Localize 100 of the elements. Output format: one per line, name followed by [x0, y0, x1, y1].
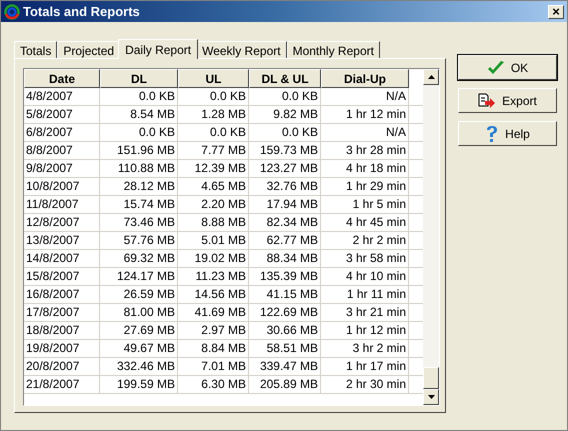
table-cell: 1 hr 5 min: [321, 196, 409, 213]
help-icon: [485, 124, 500, 142]
table-cell: 199.59 MB: [100, 376, 178, 393]
table-cell: 5.01 MB: [178, 232, 249, 249]
table-cell: 339.47 MB: [249, 358, 321, 375]
table-cell: 10/8/2007: [24, 178, 100, 195]
table-cell: 0.0 KB: [100, 88, 178, 105]
scroll-down-button[interactable]: [423, 389, 439, 405]
column-header[interactable]: DL & UL: [249, 69, 321, 88]
table-cell: 332.46 MB: [100, 358, 178, 375]
table-cell: 11/8/2007: [24, 196, 100, 213]
table-cell: 14/8/2007: [24, 250, 100, 267]
table-cell: 1 hr 11 min: [321, 286, 409, 303]
table-cell: 1 hr 12 min: [321, 322, 409, 339]
table-cell: 7.01 MB: [178, 358, 249, 375]
table-cell: 11.23 MB: [178, 268, 249, 285]
export-icon: [478, 92, 496, 108]
table-cell: 0.0 KB: [249, 124, 321, 141]
table-cell: 205.89 MB: [249, 376, 321, 393]
up-arrow-icon: [428, 75, 434, 79]
table-cell: 62.77 MB: [249, 232, 321, 249]
column-header[interactable]: UL: [178, 69, 249, 88]
table-cell: 5/8/2007: [24, 106, 100, 123]
tab[interactable]: Weekly Report: [196, 41, 287, 58]
table-cell: 58.51 MB: [249, 340, 321, 357]
help-button[interactable]: Help: [458, 121, 557, 146]
table-cell: 4 hr 10 min: [321, 268, 409, 285]
table-cell: 3 hr 28 min: [321, 142, 409, 159]
scroll-up-button[interactable]: [423, 69, 439, 85]
down-arrow-icon: [428, 395, 434, 399]
table-cell: 12.39 MB: [178, 160, 249, 177]
table-cell: 0.0 KB: [249, 88, 321, 105]
table-cell: N/A: [321, 124, 409, 141]
table-cell: 17/8/2007: [24, 304, 100, 321]
table-cell: 81.00 MB: [100, 304, 178, 321]
table-cell: 7.77 MB: [178, 142, 249, 159]
table-cell: 27.69 MB: [100, 322, 178, 339]
table-cell: 0.0 KB: [178, 88, 249, 105]
table-cell: 16/8/2007: [24, 286, 100, 303]
table-cell: 69.32 MB: [100, 250, 178, 267]
table-cell: 4/8/2007: [24, 88, 100, 105]
table-cell: 4.65 MB: [178, 178, 249, 195]
tab[interactable]: Projected: [57, 41, 120, 58]
table-cell: 159.73 MB: [249, 142, 321, 159]
table-cell: 73.46 MB: [100, 214, 178, 231]
table-cell: 20/8/2007: [24, 358, 100, 375]
table-cell: 13/8/2007: [24, 232, 100, 249]
table-cell: 8.88 MB: [178, 214, 249, 231]
table-cell: 1 hr 12 min: [321, 106, 409, 123]
table-cell: 18/8/2007: [24, 322, 100, 339]
table-cell: N/A: [321, 88, 409, 105]
table-cell: 4 hr 45 min: [321, 214, 409, 231]
app-icon: [4, 4, 20, 20]
close-button[interactable]: ×: [548, 4, 564, 18]
table-cell: 3 hr 58 min: [321, 250, 409, 267]
table-cell: 8.54 MB: [100, 106, 178, 123]
table-cell: 122.69 MB: [249, 304, 321, 321]
column-header[interactable]: DL: [100, 69, 178, 88]
table-cell: 21/8/2007: [24, 376, 100, 393]
table-cell: 123.27 MB: [249, 160, 321, 177]
scroll-thumb[interactable]: [423, 367, 439, 389]
table-cell: 32.76 MB: [249, 178, 321, 195]
table-cell: 1 hr 17 min: [321, 358, 409, 375]
table-cell: 4 hr 18 min: [321, 160, 409, 177]
table-cell: 6/8/2007: [24, 124, 100, 141]
table-cell: 1.28 MB: [178, 106, 249, 123]
tab[interactable]: Daily Report: [118, 39, 198, 59]
table-cell: 2.20 MB: [178, 196, 249, 213]
tab[interactable]: Totals: [14, 41, 58, 58]
table-cell: 30.66 MB: [249, 322, 321, 339]
table-cell: 19.02 MB: [178, 250, 249, 267]
column-header[interactable]: Dial-Up: [321, 69, 409, 88]
table-cell: 2 hr 30 min: [321, 376, 409, 393]
table-cell: 9/8/2007: [24, 160, 100, 177]
tab[interactable]: Monthly Report: [286, 41, 380, 58]
table-cell: 49.67 MB: [100, 340, 178, 357]
table-cell: 135.39 MB: [249, 268, 321, 285]
table-cell: 124.17 MB: [100, 268, 178, 285]
table-cell: 15/8/2007: [24, 268, 100, 285]
table-cell: 8.84 MB: [178, 340, 249, 357]
table-cell: 151.96 MB: [100, 142, 178, 159]
table-cell: 26.59 MB: [100, 286, 178, 303]
table-cell: 3 hr 21 min: [321, 304, 409, 321]
table-cell: 8/8/2007: [24, 142, 100, 159]
table-cell: 2 hr 2 min: [321, 232, 409, 249]
table-cell: 0.0 KB: [100, 124, 178, 141]
column-header[interactable]: Date: [24, 69, 100, 88]
table-cell: 15.74 MB: [100, 196, 178, 213]
table-cell: 2.97 MB: [178, 322, 249, 339]
ok-button[interactable]: OK: [458, 55, 557, 80]
table-cell: 9.82 MB: [249, 106, 321, 123]
table-cell: 19/8/2007: [24, 340, 100, 357]
export-button[interactable]: Export: [458, 88, 557, 113]
table-cell: 82.34 MB: [249, 214, 321, 231]
table-cell: 110.88 MB: [100, 160, 178, 177]
scrollbar[interactable]: [423, 69, 439, 405]
table-cell: 14.56 MB: [178, 286, 249, 303]
check-icon: [486, 60, 505, 76]
table-cell: 6.30 MB: [178, 376, 249, 393]
table-cell: 88.34 MB: [249, 250, 321, 267]
